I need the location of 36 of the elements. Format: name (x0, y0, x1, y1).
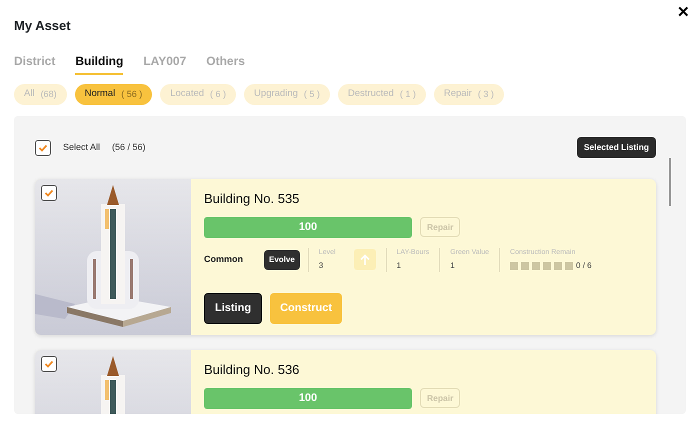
listing-button[interactable]: Listing (204, 292, 262, 324)
tab[interactable]: Building (75, 52, 124, 75)
building-name: Building No. 535 (204, 190, 300, 208)
building-name: Building No. 536 (204, 361, 300, 379)
stat-value: 0 / 6 (576, 260, 592, 272)
check-icon (44, 359, 54, 369)
filter-chip[interactable]: Located ( 6 ) (160, 84, 236, 105)
filter-chip[interactable]: All (68) (14, 84, 67, 105)
durability-bar: 100 (204, 216, 412, 238)
filter-chip[interactable]: Destructed ( 1 ) (338, 84, 426, 105)
tab[interactable]: District (14, 52, 56, 73)
selected-listing-button[interactable]: Selected Listing (576, 137, 656, 158)
stat-value: 1 (396, 260, 402, 272)
evolve-button[interactable]: Evolve (264, 250, 300, 270)
rarity-label: Common (204, 252, 244, 266)
selection-count: (56 / 56) (112, 140, 146, 154)
check-icon (44, 188, 54, 198)
stat-value: 1 (450, 260, 456, 272)
filter-chip[interactable]: Normal ( 56 ) (74, 84, 152, 105)
durability-bar: 100 (204, 388, 412, 408)
check-icon (38, 142, 48, 152)
checkbox[interactable] (41, 185, 57, 201)
up-arrow-icon (360, 254, 370, 266)
dialog-title: My Asset (14, 17, 71, 35)
filter-chip[interactable]: Repair ( 3 ) (434, 84, 504, 105)
select-all-label: Select All (63, 140, 100, 154)
tab[interactable]: LAY007 (143, 52, 186, 73)
stat-value: 3 (318, 260, 324, 272)
close-button[interactable]: ✕ (677, 2, 690, 24)
tab[interactable]: Others (206, 52, 245, 73)
construct-button[interactable]: Construct (270, 292, 342, 324)
checkbox[interactable] (41, 356, 57, 372)
construction-progress-drawing (510, 262, 574, 270)
checkbox[interactable] (35, 140, 51, 156)
scrollbar[interactable] (669, 158, 671, 206)
filter-chip[interactable]: Upgrading ( 5 ) (244, 84, 330, 105)
